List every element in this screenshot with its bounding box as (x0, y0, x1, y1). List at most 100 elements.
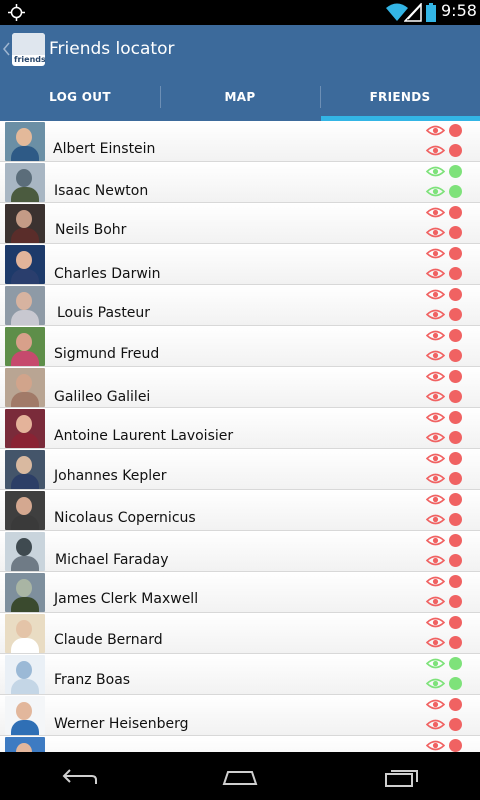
status-bar: 9:58 (0, 0, 480, 25)
friend-row[interactable]: Charles Darwin (0, 244, 480, 285)
visibility-eye-icon[interactable] (426, 575, 445, 588)
tab-friends[interactable]: FRIENDS (320, 73, 480, 121)
visibility-indicator-top (426, 697, 466, 713)
friend-list[interactable]: Albert Einstein Isaac Newton Neils Bohr Cha… (0, 121, 480, 752)
friend-row[interactable]: Michael Faraday (0, 531, 480, 572)
tab-map[interactable]: MAP (160, 73, 320, 121)
visibility-indicator-top (426, 451, 466, 467)
location-target-icon (8, 4, 25, 21)
visibility-eye-icon[interactable] (426, 329, 445, 342)
status-dot (449, 308, 462, 321)
friend-name: Michael Faraday (55, 552, 169, 568)
status-dot (449, 288, 462, 301)
status-dot (449, 698, 462, 711)
visibility-indicator-top (426, 738, 466, 752)
status-dot (449, 247, 462, 260)
visibility-eye-icon[interactable] (426, 718, 445, 731)
friend-row[interactable]: James Clerk Maxwell (0, 572, 480, 613)
visibility-indicator-top (426, 287, 466, 303)
visibility-eye-icon[interactable] (426, 288, 445, 301)
visibility-eye-icon[interactable] (426, 595, 445, 608)
status-dot (449, 616, 462, 629)
visibility-indicator-top (426, 246, 466, 262)
logo-dice-icon (12, 33, 45, 55)
friend-name: James Clerk Maxwell (54, 591, 199, 607)
visibility-eye-icon[interactable] (426, 390, 445, 403)
visibility-eye-icon[interactable] (426, 124, 445, 137)
visibility-eye-icon[interactable] (426, 165, 445, 178)
friend-name: Albert Einstein (53, 141, 156, 157)
friend-row[interactable]: Franz Boas (0, 654, 480, 695)
visibility-eye-icon[interactable] (426, 267, 445, 280)
friend-row[interactable]: Sigmund Freud (0, 326, 480, 367)
friend-row[interactable]: Neils Bohr (0, 203, 480, 244)
visibility-indicator-top (426, 410, 466, 426)
visibility-eye-icon[interactable] (426, 370, 445, 383)
friend-avatar (5, 368, 45, 407)
status-dot (449, 636, 462, 649)
status-dot (449, 370, 462, 383)
visibility-eye-icon[interactable] (426, 472, 445, 485)
friend-row[interactable]: Werner Heisenberg (0, 695, 480, 736)
friend-name: Claude Bernard (54, 632, 163, 648)
friend-row[interactable]: Albert Einstein (0, 121, 480, 162)
tab-log-out[interactable]: LOG OUT (0, 73, 160, 121)
visibility-eye-icon[interactable] (426, 534, 445, 547)
friend-name: Johannes Kepler (54, 468, 167, 484)
friend-row[interactable] (0, 736, 480, 752)
friend-row[interactable]: Louis Pasteur (0, 285, 480, 326)
status-dot (449, 718, 462, 731)
visibility-eye-icon[interactable] (426, 349, 445, 362)
status-dot (449, 267, 462, 280)
friend-row[interactable]: Johannes Kepler (0, 449, 480, 490)
visibility-eye-icon[interactable] (426, 185, 445, 198)
status-dot (449, 657, 462, 670)
app-logo[interactable]: friends (12, 33, 45, 66)
visibility-eye-icon[interactable] (426, 657, 445, 670)
visibility-eye-icon[interactable] (426, 636, 445, 649)
friend-name: Galileo Galilei (54, 389, 151, 405)
app-title: Friends locator (49, 39, 175, 59)
visibility-indicator-bottom (426, 430, 466, 446)
back-chevron-icon[interactable] (3, 42, 10, 56)
visibility-eye-icon[interactable] (426, 452, 445, 465)
visibility-eye-icon[interactable] (426, 226, 445, 239)
action-bar: friends Friends locator (0, 25, 480, 73)
friend-avatar (5, 491, 45, 530)
status-dot (449, 452, 462, 465)
visibility-indicator-bottom (426, 348, 466, 364)
visibility-eye-icon[interactable] (426, 698, 445, 711)
visibility-eye-icon[interactable] (426, 431, 445, 444)
friend-avatar (5, 245, 45, 284)
visibility-eye-icon[interactable] (426, 308, 445, 321)
friend-avatar (5, 327, 45, 366)
status-dot (449, 534, 462, 547)
friend-row[interactable]: Claude Bernard (0, 613, 480, 654)
friend-row[interactable]: Galileo Galilei (0, 367, 480, 408)
visibility-eye-icon[interactable] (426, 247, 445, 260)
friend-row[interactable]: Isaac Newton (0, 162, 480, 203)
back-icon[interactable] (60, 764, 100, 788)
recent-apps-icon[interactable] (382, 764, 422, 788)
visibility-eye-icon[interactable] (426, 513, 445, 526)
visibility-indicator-bottom (426, 512, 466, 528)
friend-name: Louis Pasteur (57, 305, 151, 321)
home-icon[interactable] (220, 764, 260, 788)
friend-row[interactable]: Antoine Laurent Lavoisier (0, 408, 480, 449)
friend-name: Nicolaus Copernicus (54, 510, 196, 526)
status-dot (449, 554, 462, 567)
visibility-indicator-top (426, 123, 466, 139)
visibility-indicator-bottom (426, 307, 466, 323)
visibility-eye-icon[interactable] (426, 493, 445, 506)
visibility-indicator-bottom (426, 553, 466, 569)
friend-name: Werner Heisenberg (54, 716, 189, 732)
visibility-eye-icon[interactable] (426, 144, 445, 157)
visibility-eye-icon[interactable] (426, 616, 445, 629)
visibility-eye-icon[interactable] (426, 206, 445, 219)
visibility-eye-icon[interactable] (426, 411, 445, 424)
visibility-indicator-top (426, 656, 466, 672)
visibility-eye-icon[interactable] (426, 677, 445, 690)
visibility-eye-icon[interactable] (426, 554, 445, 567)
visibility-eye-icon[interactable] (426, 739, 445, 752)
friend-row[interactable]: Nicolaus Copernicus (0, 490, 480, 531)
